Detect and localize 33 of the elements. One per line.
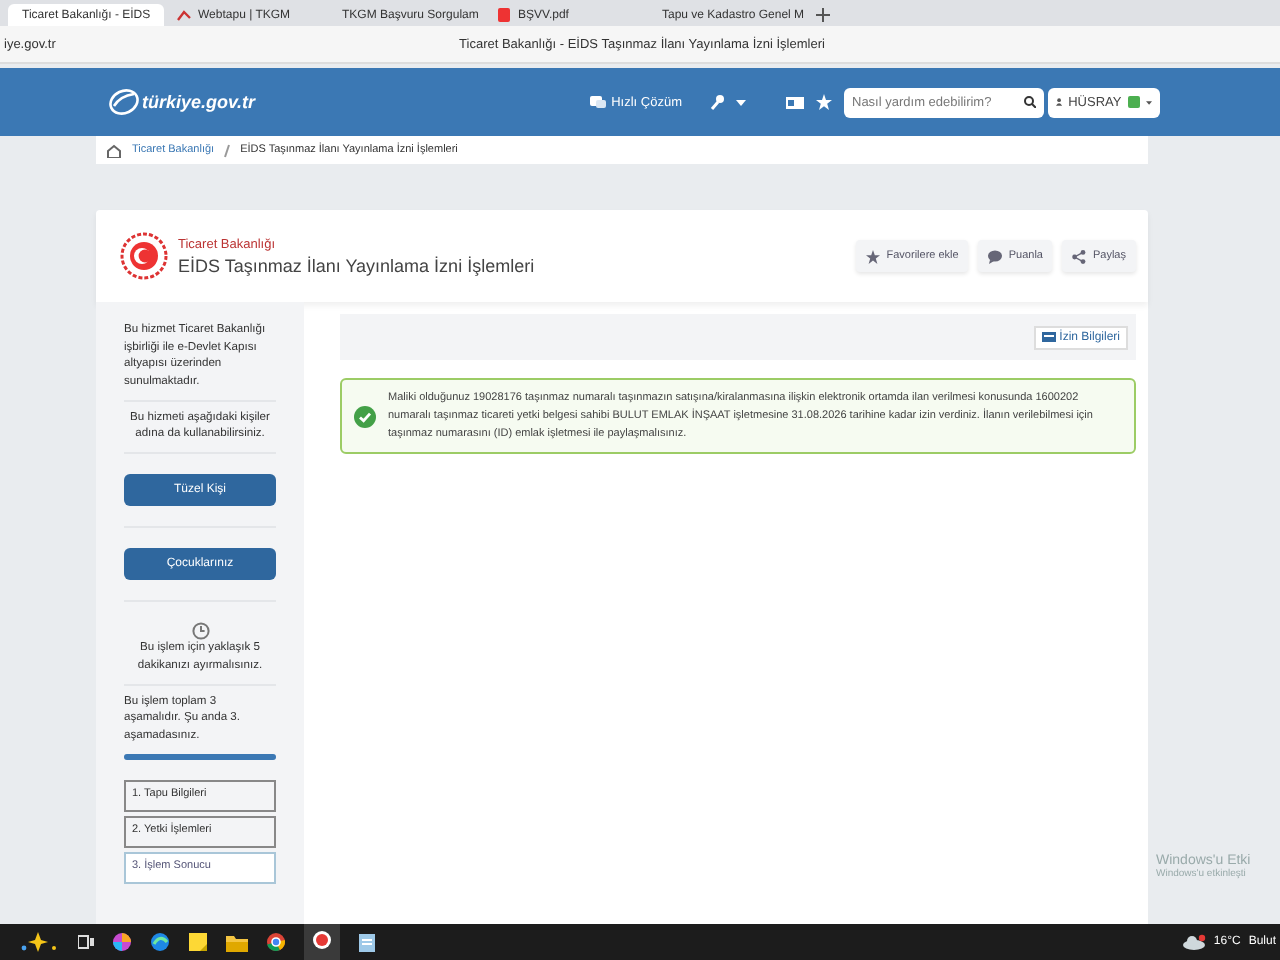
- caret-icon: [1145, 99, 1152, 105]
- key-icon[interactable]: [710, 94, 724, 110]
- favicon-icon: [176, 8, 192, 22]
- circle-app-icon[interactable]: [312, 930, 332, 950]
- id-card-icon[interactable]: [786, 95, 804, 109]
- emblem-icon: [120, 232, 168, 280]
- share-icon: [1072, 249, 1087, 263]
- site-logo[interactable]: türkiye.gov.tr: [142, 92, 256, 112]
- star-icon: [866, 249, 881, 263]
- home-icon[interactable]: [106, 143, 122, 157]
- person-icon: [1056, 96, 1063, 108]
- sparkle-icon[interactable]: [16, 930, 60, 954]
- notepad-icon[interactable]: [358, 932, 376, 952]
- star-icon[interactable]: [816, 94, 832, 110]
- separator-icon: [224, 143, 231, 157]
- check-circle-icon: [354, 405, 376, 428]
- colorful-swirl-icon[interactable]: [112, 932, 132, 952]
- new-tab-icon[interactable]: [814, 6, 832, 24]
- chrome-like-icon[interactable]: [266, 932, 286, 952]
- caret-icon[interactable]: [736, 99, 746, 105]
- card-icon: [1041, 332, 1056, 342]
- clock-icon: [191, 622, 209, 641]
- sticky-note-icon[interactable]: [188, 932, 208, 952]
- status-badge: [1127, 96, 1140, 108]
- cloud-icon[interactable]: [1181, 934, 1206, 950]
- folder-icon[interactable]: [226, 933, 248, 951]
- pdf-icon: [496, 8, 512, 22]
- wave-browser-icon[interactable]: [150, 932, 170, 952]
- chat-icon: [589, 95, 606, 109]
- logo-swirl-icon: [108, 88, 140, 116]
- speech-bubble-icon: [988, 249, 1003, 263]
- service-title: EİDS Taşınmaz İlanı Yayınlama İzni İşlemleri: [178, 255, 535, 275]
- task-view-icon[interactable]: [78, 934, 94, 950]
